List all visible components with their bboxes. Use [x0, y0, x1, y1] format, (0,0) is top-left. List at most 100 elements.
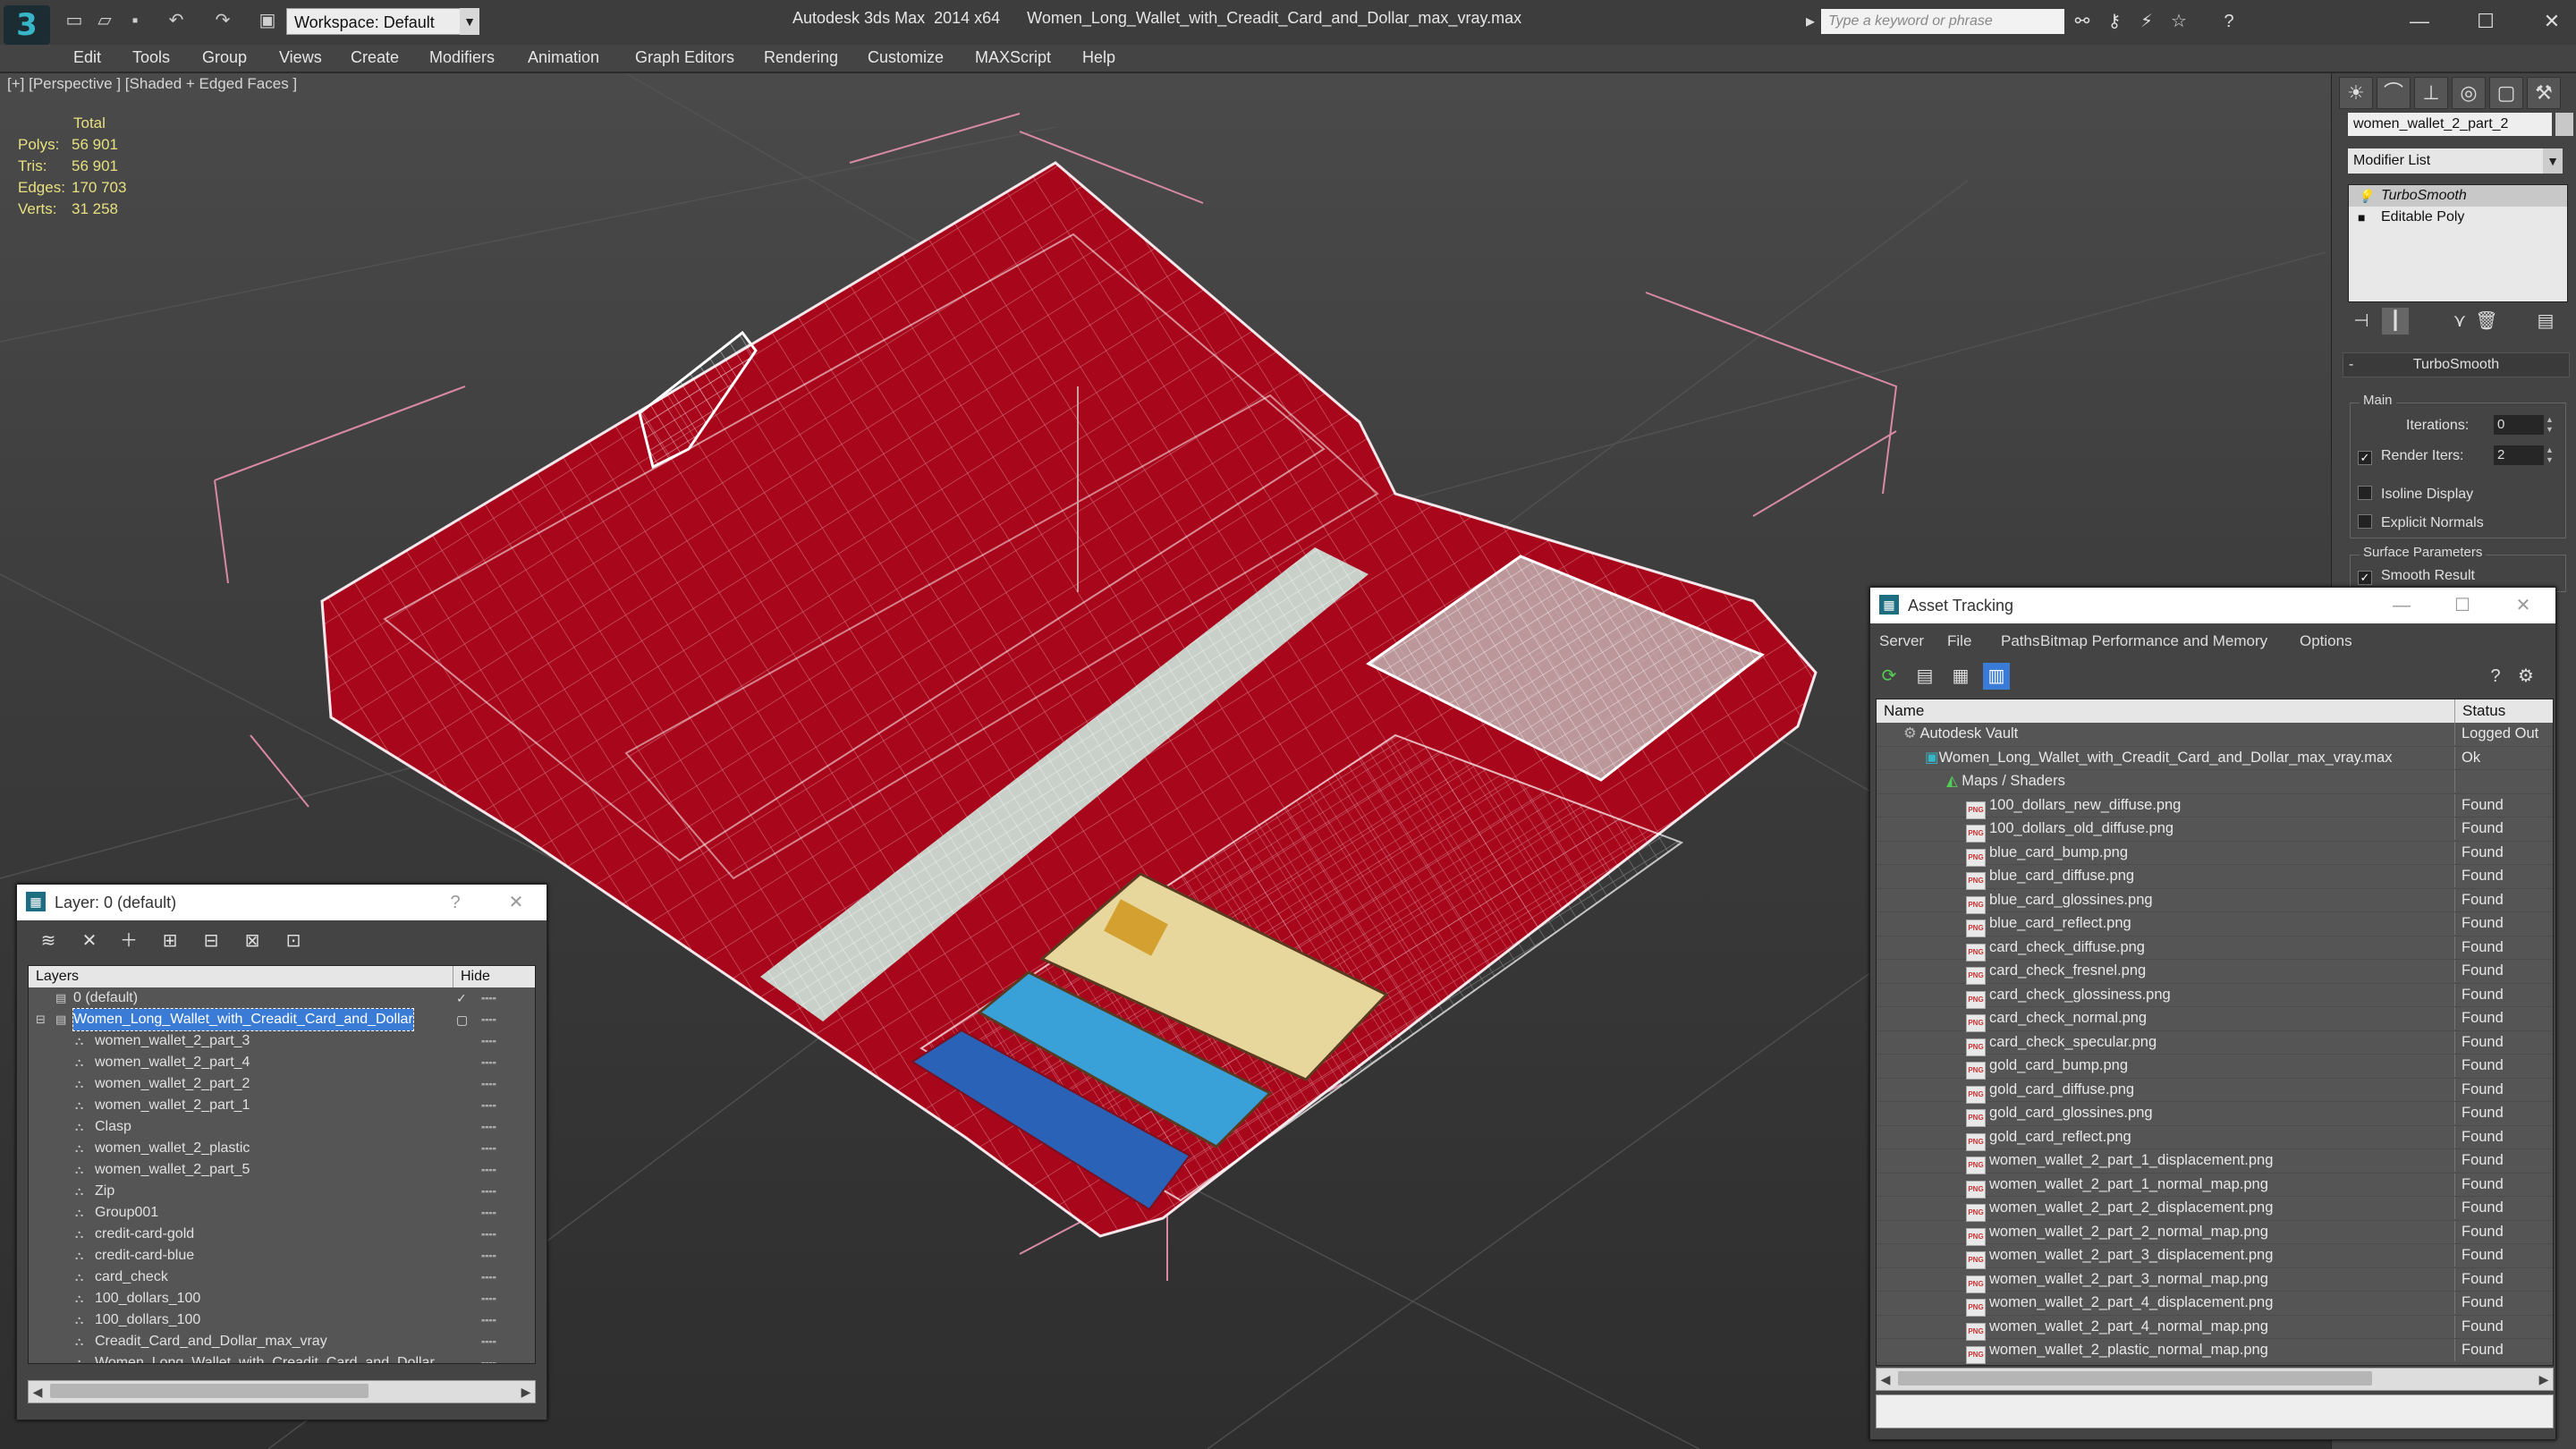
scroll-thumb[interactable]: [1898, 1371, 2372, 1385]
smooth-result-checkbox[interactable]: ✓: [2358, 571, 2372, 585]
menu-group[interactable]: Group: [202, 48, 247, 67]
layer-row[interactable]: ⛬ 100_dollars_100 ╍╍: [29, 1309, 535, 1331]
asset-row[interactable]: ▣Women_Long_Wallet_with_Creadit_Card_and…: [1877, 746, 2553, 770]
scroll-left-icon[interactable]: ◀: [29, 1381, 47, 1402]
layer-row[interactable]: ⛬ Zip ╍╍: [29, 1181, 535, 1202]
render-iters-checkbox[interactable]: ✓: [2358, 451, 2372, 465]
layer-window-titlebar[interactable]: ▦ Layer: 0 (default) ? ✕: [17, 885, 547, 920]
layer-row[interactable]: ▤ 0 (default) ✓ ╍╍: [29, 987, 535, 1009]
hide-all-icon[interactable]: ⊡: [280, 928, 307, 954]
menu-modifiers[interactable]: Modifiers: [429, 48, 495, 67]
select-in-layer-icon[interactable]: ⊟: [198, 928, 225, 954]
asset-row[interactable]: PNG women_wallet_2_part_3_displacement.pn…: [1877, 1244, 2553, 1269]
asset-horizontal-scrollbar[interactable]: ◀ ▶: [1876, 1368, 2554, 1391]
menu-views[interactable]: Views: [279, 48, 322, 67]
iterations-spinner-arrows-icon[interactable]: ▲ ▼: [2546, 415, 2556, 435]
isoline-checkbox[interactable]: [2358, 486, 2372, 500]
project-folder-icon[interactable]: ▣: [256, 9, 279, 32]
asset-path-field[interactable]: [1876, 1394, 2554, 1428]
explicit-normals-checkbox[interactable]: [2358, 514, 2372, 529]
menu-options[interactable]: Options: [2300, 632, 2352, 650]
asset-row[interactable]: PNG card_check_glossiness.png Found: [1877, 983, 2553, 1009]
asset-row[interactable]: PNG women_wallet_2_part_4_displacement.pn…: [1877, 1292, 2553, 1317]
help-icon[interactable]: ?: [2216, 9, 2241, 34]
show-end-result-icon[interactable]: ┃: [2382, 308, 2409, 335]
asset-row[interactable]: PNG card_check_fresnel.png Found: [1877, 960, 2553, 985]
table-view-icon[interactable]: ▥: [1983, 663, 2010, 690]
name-column-header[interactable]: Name: [1884, 699, 1924, 723]
render-iters-spinner[interactable]: 2: [2494, 445, 2544, 465]
motion-tab-icon[interactable]: ◎: [2452, 77, 2486, 109]
minimize-icon[interactable]: —: [2397, 5, 2442, 38]
open-file-icon[interactable]: ▱: [93, 9, 116, 32]
turbosmooth-rollout[interactable]: - TurboSmooth: [2343, 352, 2570, 377]
asset-row[interactable]: PNG women_wallet_2_part_2_normal_map.png F…: [1877, 1220, 2553, 1246]
menu-create[interactable]: Create: [351, 48, 399, 67]
layer-row[interactable]: ⛬ credit-card-blue ╍╍: [29, 1245, 535, 1267]
delete-layer-icon[interactable]: ✕: [76, 928, 103, 954]
asset-row[interactable]: PNG women_wallet_2_part_1_normal_map.png F…: [1877, 1173, 2553, 1199]
menu-customize[interactable]: Customize: [868, 48, 944, 67]
minimize-icon[interactable]: —: [2385, 591, 2418, 620]
layer-horizontal-scrollbar[interactable]: ◀ ▶: [28, 1380, 536, 1403]
layer-row[interactable]: ⛬ women_wallet_2_part_2 ╍╍: [29, 1073, 535, 1095]
menu-rendering[interactable]: Rendering: [764, 48, 838, 67]
exchange-icon[interactable]: ⚡: [2134, 9, 2159, 34]
lightbulb-icon[interactable]: 💡: [2358, 185, 2373, 207]
modifier-list-arrow-icon[interactable]: ▼: [2543, 148, 2563, 174]
workspace-dropdown[interactable]: Workspace: Default: [286, 8, 479, 35]
search-input[interactable]: Type a keyword or phrase: [1821, 9, 2064, 34]
hierarchy-tab-icon[interactable]: ⊥: [2414, 77, 2448, 109]
asset-row[interactable]: PNG 100_dollars_old_diffuse.png Found: [1877, 818, 2553, 843]
layers-column-header[interactable]: Layers: [29, 969, 79, 984]
stack-item-turbosmooth[interactable]: 💡 TurboSmooth: [2349, 185, 2567, 207]
binoculars-icon[interactable]: ⚯: [2070, 9, 2095, 34]
refresh-icon[interactable]: ⟳: [1876, 663, 1902, 690]
asset-row[interactable]: PNG women_wallet_2_part_1_displacement.pn…: [1877, 1149, 2553, 1174]
layer-row[interactable]: ⛬ Creadit_Card_and_Dollar_max_vray ╍╍: [29, 1331, 535, 1352]
layer-row[interactable]: ⊟ ▤ Women_Long_Wallet_with_Creadit_Card_an…: [29, 1008, 535, 1031]
add-to-layer-icon[interactable]: ⊞: [157, 928, 183, 954]
app-logo-icon[interactable]: 3: [4, 5, 50, 45]
remove-modifier-icon[interactable]: 🗑: [2473, 308, 2500, 335]
asset-row[interactable]: PNG card_check_specular.png Found: [1877, 1030, 2553, 1056]
menu-help[interactable]: Help: [1082, 48, 1115, 67]
layer-row[interactable]: ⛬ women_wallet_2_part_1 ╍╍: [29, 1095, 535, 1116]
menu-animation[interactable]: Animation: [528, 48, 599, 67]
modifier-list-dropdown[interactable]: Modifier List: [2348, 148, 2563, 174]
menu-tools[interactable]: Tools: [132, 48, 170, 67]
asset-row[interactable]: ◭ Maps / Shaders: [1877, 770, 2553, 794]
menu-bitmap-performance[interactable]: Bitmap Performance and Memory: [2040, 632, 2267, 650]
asset-row[interactable]: PNG 100_dollars_new_diffuse.png Found: [1877, 793, 2553, 819]
workspace-dropdown-arrow-icon[interactable]: ▼: [460, 8, 479, 35]
maximize-icon[interactable]: ☐: [2463, 5, 2508, 38]
layer-row[interactable]: ⛬ women_wallet_2_part_4 ╍╍: [29, 1052, 535, 1073]
configure-sets-icon[interactable]: ▤: [2532, 308, 2559, 335]
menu-edit[interactable]: Edit: [73, 48, 101, 67]
settings-icon[interactable]: ⚙: [2512, 663, 2539, 690]
stack-item-editable-poly[interactable]: ■ Editable Poly: [2349, 207, 2567, 228]
asset-row[interactable]: PNG gold_card_bump.png Found: [1877, 1055, 2553, 1080]
asset-window-titlebar[interactable]: ▦ Asset Tracking — ☐ ✕: [1870, 588, 2555, 623]
asset-row[interactable]: PNG gold_card_diffuse.png Found: [1877, 1078, 2553, 1104]
scroll-left-icon[interactable]: ◀: [1877, 1368, 1894, 1390]
layer-settings-icon[interactable]: ≋: [35, 928, 62, 954]
layer-row[interactable]: ⛬ women_wallet_2_plastic ╍╍: [29, 1138, 535, 1159]
layer-row[interactable]: ⛬ women_wallet_2_part_3 ╍╍: [29, 1030, 535, 1052]
make-unique-icon[interactable]: ⋎: [2446, 308, 2473, 335]
asset-row[interactable]: PNG blue_card_bump.png Found: [1877, 841, 2553, 867]
layer-row[interactable]: ⛬ women_wallet_2_part_5 ╍╍: [29, 1159, 535, 1181]
asset-row[interactable]: PNG card_check_normal.png Found: [1877, 1007, 2553, 1032]
favorites-star-icon[interactable]: ☆: [2166, 9, 2191, 34]
maximize-icon[interactable]: ☐: [2446, 591, 2479, 620]
list-view-icon[interactable]: ▤: [1911, 663, 1938, 690]
status-column-header[interactable]: Status: [2454, 699, 2553, 723]
asset-row[interactable]: ⚙ Autodesk Vault Logged Out: [1877, 723, 2553, 747]
layer-row[interactable]: ⛬ Group001 ╍╍: [29, 1202, 535, 1224]
menu-file[interactable]: File: [1947, 632, 1971, 650]
menu-server[interactable]: Server: [1879, 632, 1924, 650]
help-icon[interactable]: ?: [2482, 663, 2509, 690]
thumbnail-view-icon[interactable]: ▦: [1947, 663, 1974, 690]
asset-row[interactable]: PNG blue_card_reflect.png Found: [1877, 912, 2553, 937]
object-color-swatch[interactable]: [2555, 113, 2573, 136]
